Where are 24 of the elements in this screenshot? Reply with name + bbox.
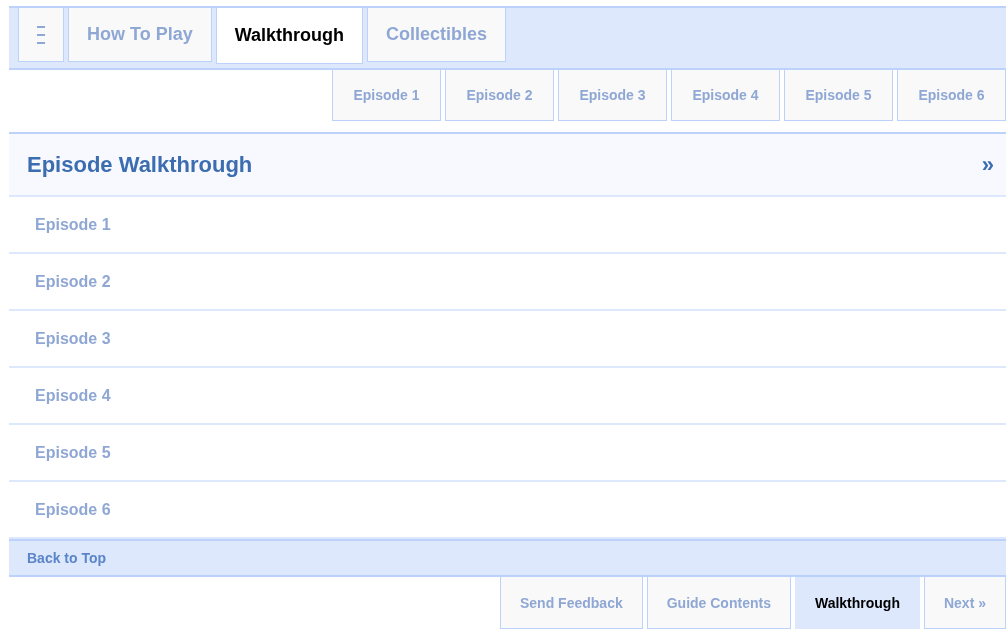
menu-button[interactable] <box>18 8 64 62</box>
footer-tab[interactable]: Send Feedback <box>500 577 643 629</box>
episode-link[interactable]: Episode 2 <box>35 272 111 291</box>
episode-tab[interactable]: Episode 3 <box>558 70 667 121</box>
episode-tab[interactable]: Episode 1 <box>332 70 441 121</box>
nav-tab[interactable]: Walkthrough <box>215 8 363 64</box>
episode-tab[interactable]: Episode 2 <box>445 70 554 121</box>
episode-tab[interactable]: Episode 4 <box>671 70 780 121</box>
menu-icon <box>37 25 45 44</box>
episode-tab[interactable]: Episode 5 <box>784 70 893 121</box>
episode-link[interactable]: Episode 5 <box>35 443 111 462</box>
episode-link[interactable]: Episode 1 <box>35 215 111 234</box>
nav-tab[interactable]: How To Play <box>68 8 212 62</box>
footer-tab[interactable]: Guide Contents <box>646 577 791 629</box>
section-title: Episode Walkthrough <box>27 151 253 178</box>
episode-link[interactable]: Episode 6 <box>35 500 111 519</box>
expand-button[interactable]: » <box>981 151 994 178</box>
back-to-top-link[interactable]: Back to Top <box>27 550 107 566</box>
episode-link[interactable]: Episode 4 <box>35 386 111 405</box>
footer-tab[interactable]: Walkthrough <box>794 577 920 629</box>
nav-tab[interactable]: Collectibles <box>367 8 507 62</box>
episode-link[interactable]: Episode 3 <box>35 329 111 348</box>
episode-tab[interactable]: Episode 6 <box>897 70 1006 121</box>
footer-tab[interactable]: Next » <box>923 577 1006 629</box>
